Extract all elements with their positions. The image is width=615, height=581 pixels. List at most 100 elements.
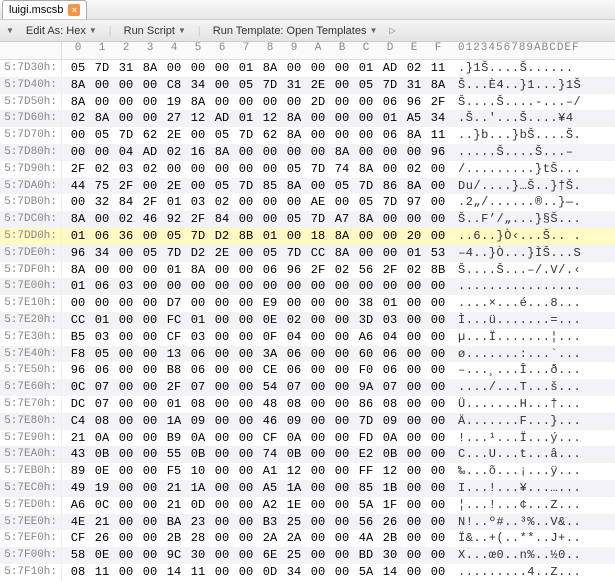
hex-byte[interactable]: 36 <box>114 228 138 245</box>
hex-byte[interactable]: 1A <box>186 480 210 497</box>
hex-byte[interactable]: 00 <box>426 396 450 413</box>
hex-byte[interactable]: 00 <box>306 295 330 312</box>
hex-byte[interactable]: 00 <box>402 329 426 346</box>
hex-byte[interactable]: 5A <box>354 564 378 581</box>
hex-bytes[interactable]: C40800001A090000460900007D090000 <box>62 413 450 430</box>
hex-byte[interactable]: 84 <box>114 194 138 211</box>
hex-byte[interactable]: 00 <box>210 430 234 447</box>
hex-bytes[interactable]: 963400057DD22E00057DCC8A00000153 <box>62 245 450 262</box>
hex-byte[interactable]: 05 <box>234 77 258 94</box>
hex-byte[interactable]: 00 <box>210 480 234 497</box>
hex-row[interactable]: 5:7F10h:08110000141100000D3400005A140000… <box>0 564 615 581</box>
hex-byte[interactable]: 74 <box>258 446 282 463</box>
hex-byte[interactable]: 00 <box>306 312 330 329</box>
hex-byte[interactable]: 28 <box>186 530 210 547</box>
hex-row[interactable]: 5:7E30h:B5030000CF0300000F040000A6040000… <box>0 329 615 346</box>
hex-byte[interactable]: 00 <box>90 144 114 161</box>
hex-byte[interactable]: 00 <box>354 110 378 127</box>
hex-byte[interactable]: 00 <box>306 127 330 144</box>
hex-row[interactable]: 5:7DE0h:963400057DD22E00057DCC8A00000153… <box>0 245 615 262</box>
hex-byte[interactable]: D2 <box>210 228 234 245</box>
hex-bytes[interactable]: F8050000130600003A06000060060000 <box>62 346 450 363</box>
hex-byte[interactable]: 00 <box>90 94 114 111</box>
hex-byte[interactable]: 3A <box>258 346 282 363</box>
hex-byte[interactable]: 8A <box>354 161 378 178</box>
hex-byte[interactable]: 01 <box>378 110 402 127</box>
hex-byte[interactable]: A2 <box>258 497 282 514</box>
hex-byte[interactable]: 03 <box>186 194 210 211</box>
hex-byte[interactable]: 00 <box>234 446 258 463</box>
hex-byte[interactable]: 49 <box>66 480 90 497</box>
hex-byte[interactable]: 13 <box>162 346 186 363</box>
hex-byte[interactable]: 02 <box>402 161 426 178</box>
hex-byte[interactable]: 00 <box>210 312 234 329</box>
hex-bytes[interactable]: 430B0000550B0000740B0000E20B0000 <box>62 446 450 463</box>
play-icon[interactable]: ▷ <box>389 26 395 35</box>
hex-byte[interactable]: 00 <box>186 127 210 144</box>
hex-byte[interactable]: 00 <box>90 262 114 279</box>
hex-byte[interactable]: 00 <box>138 446 162 463</box>
hex-byte[interactable]: 21 <box>162 480 186 497</box>
hex-byte[interactable]: 00 <box>258 194 282 211</box>
hex-bytes[interactable]: 8A000000198A000000002D000006962F <box>62 94 450 111</box>
hex-byte[interactable]: 02 <box>162 144 186 161</box>
hex-byte[interactable]: 00 <box>186 295 210 312</box>
hex-byte[interactable]: 00 <box>426 329 450 346</box>
hex-byte[interactable]: 02 <box>330 262 354 279</box>
ascii-cell[interactable]: .........4..Z... <box>450 564 581 581</box>
ascii-cell[interactable]: ¦...!...¢...Z... <box>450 497 581 514</box>
hex-byte[interactable]: 0D <box>186 497 210 514</box>
hex-byte[interactable]: 00 <box>426 564 450 581</box>
hex-byte[interactable]: 08 <box>90 413 114 430</box>
hex-byte[interactable]: 00 <box>330 346 354 363</box>
hex-bytes[interactable]: 0C0700002F070000540700009A070000 <box>62 379 450 396</box>
hex-bytes[interactable]: 01060300000000000000000000000000 <box>62 278 450 295</box>
hex-byte[interactable]: 00 <box>378 245 402 262</box>
hex-byte[interactable]: 00 <box>234 564 258 581</box>
hex-row[interactable]: 5:7E10h:00000000D7000000E900000038010000… <box>0 295 615 312</box>
hex-row[interactable]: 5:7D30h:057D318A000000018A00000001AD0211… <box>0 60 615 77</box>
hex-byte[interactable]: 01 <box>234 60 258 77</box>
hex-byte[interactable]: 00 <box>330 278 354 295</box>
hex-byte[interactable]: 00 <box>210 564 234 581</box>
hex-byte[interactable]: 00 <box>210 396 234 413</box>
hex-byte[interactable]: 2D <box>306 94 330 111</box>
hex-byte[interactable]: 96 <box>66 245 90 262</box>
hex-byte[interactable]: 00 <box>306 60 330 77</box>
hex-bytes[interactable]: A60C0000210D0000A21E00005A1F0000 <box>62 497 450 514</box>
hex-bytes[interactable]: 44752F002E00057D858A00057D868A00 <box>62 178 450 195</box>
hex-byte[interactable]: 00 <box>114 514 138 531</box>
hex-byte[interactable]: 00 <box>330 127 354 144</box>
hex-byte[interactable]: 2F <box>138 194 162 211</box>
hex-byte[interactable]: CC <box>66 312 90 329</box>
hex-byte[interactable]: 00 <box>210 346 234 363</box>
hex-byte[interactable]: 00 <box>426 379 450 396</box>
hex-byte[interactable]: 2B <box>378 530 402 547</box>
hex-byte[interactable]: 00 <box>138 413 162 430</box>
hex-byte[interactable]: 7D <box>186 228 210 245</box>
hex-byte[interactable]: 4E <box>66 514 90 531</box>
hex-byte[interactable]: 00 <box>306 396 330 413</box>
hex-byte[interactable]: 14 <box>378 564 402 581</box>
hex-byte[interactable]: 2F <box>162 379 186 396</box>
hex-byte[interactable]: 00 <box>426 295 450 312</box>
hex-byte[interactable]: 00 <box>138 77 162 94</box>
hex-byte[interactable]: 00 <box>426 312 450 329</box>
hex-byte[interactable]: 7D <box>90 60 114 77</box>
hex-byte[interactable]: 00 <box>330 446 354 463</box>
hex-byte[interactable]: 06 <box>378 362 402 379</box>
hex-byte[interactable]: 11 <box>426 127 450 144</box>
hex-byte[interactable]: 0C <box>90 497 114 514</box>
hex-byte[interactable]: 00 <box>138 278 162 295</box>
hex-byte[interactable]: 2E <box>162 178 186 195</box>
hex-byte[interactable]: 00 <box>114 430 138 447</box>
hex-byte[interactable]: 56 <box>354 514 378 531</box>
hex-byte[interactable]: 8A <box>138 60 162 77</box>
hex-row[interactable]: 5:7EF0h:CF2600002B2800002A2A00004A2B0000… <box>0 530 615 547</box>
hex-byte[interactable]: 05 <box>210 178 234 195</box>
hex-byte[interactable]: 05 <box>138 245 162 262</box>
hex-byte[interactable]: 7D <box>258 77 282 94</box>
hex-byte[interactable]: 00 <box>210 77 234 94</box>
hex-byte[interactable]: 00 <box>186 178 210 195</box>
hex-byte[interactable]: 00 <box>306 413 330 430</box>
